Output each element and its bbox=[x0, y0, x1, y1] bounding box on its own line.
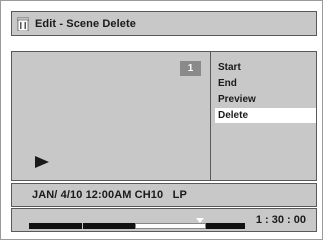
timeline-segment-kept bbox=[206, 223, 245, 229]
play-icon bbox=[35, 156, 49, 168]
progress-bar: 1 : 30 : 00 bbox=[11, 208, 317, 232]
trash-can-icon bbox=[17, 17, 29, 31]
timeline-segment-kept bbox=[29, 223, 82, 229]
scene-number-badge: 1 bbox=[180, 61, 201, 76]
menu-item-delete[interactable]: Delete bbox=[215, 108, 316, 123]
menu-item-end[interactable]: End bbox=[215, 76, 316, 91]
page-title: Edit - Scene Delete bbox=[35, 17, 136, 30]
scene-menu: Start End Preview Delete bbox=[215, 60, 316, 124]
position-marker-icon bbox=[196, 218, 204, 223]
recording-info-bar: JAN/ 4/10 12:00AM CH10 LP bbox=[11, 183, 317, 207]
title-bar: Edit - Scene Delete bbox=[11, 11, 317, 36]
elapsed-time: 1 : 30 : 00 bbox=[255, 214, 306, 226]
scene-preview: 1 bbox=[12, 52, 211, 180]
recording-info: JAN/ 4/10 12:00AM CH10 LP bbox=[32, 189, 187, 201]
timeline-segment-kept bbox=[83, 223, 135, 229]
menu-item-start[interactable]: Start bbox=[215, 60, 316, 75]
menu-item-preview[interactable]: Preview bbox=[215, 92, 316, 107]
scene-timeline bbox=[29, 218, 245, 229]
timeline-segment-deleted bbox=[135, 223, 206, 229]
screen-frame: Edit - Scene Delete 1 Start End Preview … bbox=[0, 0, 323, 240]
main-panel: 1 Start End Preview Delete bbox=[11, 51, 317, 181]
